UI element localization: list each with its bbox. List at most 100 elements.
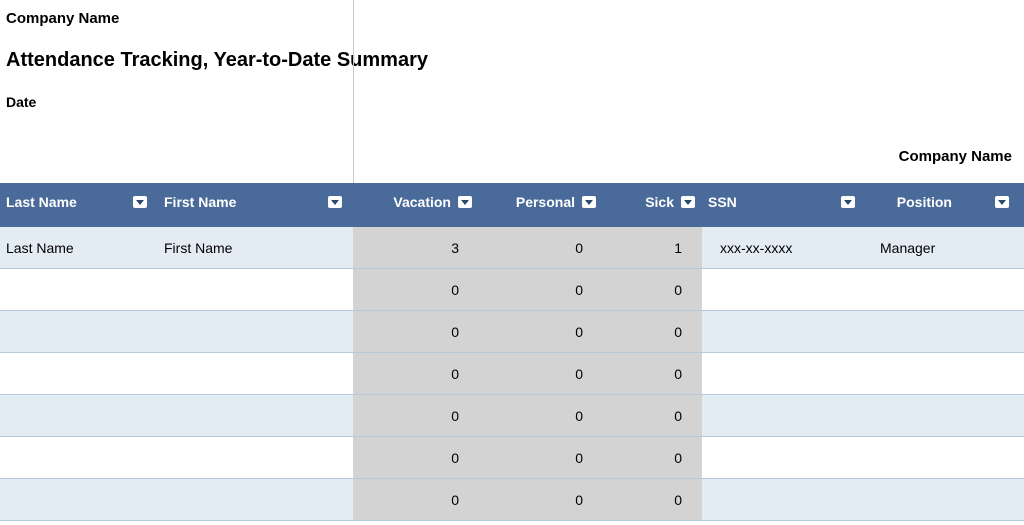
cell-sick-value: 0: [674, 366, 682, 382]
cell-sick[interactable]: 0: [603, 395, 702, 436]
cell-position-value: Manager: [880, 240, 935, 256]
table-row: 0 0 0: [0, 395, 1024, 437]
cell-ssn[interactable]: [702, 353, 862, 394]
cell-position[interactable]: Manager: [862, 227, 1024, 268]
cell-first-name[interactable]: [158, 437, 353, 478]
cell-personal[interactable]: 0: [479, 353, 603, 394]
cell-last-name[interactable]: [0, 395, 158, 436]
cell-sick-value: 0: [674, 450, 682, 466]
cell-position[interactable]: [862, 437, 1024, 478]
cell-last-name[interactable]: [0, 479, 158, 520]
cell-vacation[interactable]: 3: [353, 227, 479, 268]
cell-first-name[interactable]: [158, 269, 353, 310]
cell-vacation-value: 0: [451, 492, 459, 508]
cell-personal-value: 0: [575, 492, 583, 508]
cell-ssn[interactable]: [702, 311, 862, 352]
cell-vacation-value: 0: [451, 324, 459, 340]
cell-ssn[interactable]: [702, 479, 862, 520]
cell-first-name[interactable]: [158, 311, 353, 352]
filter-dropdown-icon[interactable]: [840, 195, 856, 209]
cell-last-name-value: Last Name: [6, 240, 74, 256]
filter-dropdown-icon[interactable]: [994, 195, 1010, 209]
cell-personal[interactable]: 0: [479, 269, 603, 310]
cell-ssn[interactable]: [702, 269, 862, 310]
table-row: 0 0 0: [0, 311, 1024, 353]
cell-ssn[interactable]: xxx-xx-xxxx: [702, 227, 862, 268]
table-row: 0 0 0: [0, 269, 1024, 311]
table-row: Last Name First Name3 0 1 xxx-xx-xxxx Manager: [0, 227, 1024, 269]
cell-personal[interactable]: 0: [479, 437, 603, 478]
header-sick[interactable]: Sick: [603, 183, 702, 221]
cell-vacation[interactable]: 0: [353, 311, 479, 352]
cell-sick-value: 1: [674, 240, 682, 256]
cell-last-name[interactable]: [0, 437, 158, 478]
cell-vacation[interactable]: 0: [353, 269, 479, 310]
filter-dropdown-icon[interactable]: [680, 195, 696, 209]
cell-last-name[interactable]: Last Name: [0, 227, 158, 268]
cell-position[interactable]: [862, 479, 1024, 520]
cell-sick[interactable]: 0: [603, 311, 702, 352]
table-row: 0 0 0: [0, 437, 1024, 479]
header-label: Last Name: [6, 194, 77, 210]
cell-vacation-value: 0: [451, 366, 459, 382]
cell-vacation[interactable]: 0: [353, 437, 479, 478]
cell-ssn[interactable]: [702, 395, 862, 436]
header-label: SSN: [708, 194, 737, 210]
cell-last-name[interactable]: [0, 311, 158, 352]
filter-dropdown-icon[interactable]: [581, 195, 597, 209]
company-name-top: Company Name: [6, 10, 1018, 27]
header-ssn[interactable]: SSN: [702, 183, 862, 221]
date-label: Date: [6, 94, 1018, 110]
cell-last-name[interactable]: [0, 269, 158, 310]
attendance-table: Last Name First Name Vacation Personal S…: [0, 183, 1024, 521]
header-label: Personal: [516, 194, 575, 210]
cell-position[interactable]: [862, 269, 1024, 310]
cell-sick-value: 0: [674, 408, 682, 424]
cell-sick[interactable]: 0: [603, 269, 702, 310]
cell-sick[interactable]: 1: [603, 227, 702, 268]
cell-sick-value: 0: [674, 492, 682, 508]
header-label: Vacation: [393, 194, 451, 210]
filter-dropdown-icon[interactable]: [327, 195, 343, 209]
page-title: Attendance Tracking, Year-to-Date Summar…: [6, 49, 1018, 72]
header-label: Sick: [645, 194, 674, 210]
cell-first-name[interactable]: First Name: [158, 227, 353, 268]
header-first-name[interactable]: First Name: [158, 183, 353, 221]
filter-dropdown-icon[interactable]: [457, 195, 473, 209]
header-vacation[interactable]: Vacation: [353, 183, 479, 221]
cell-ssn[interactable]: [702, 437, 862, 478]
cell-personal-value: 0: [575, 450, 583, 466]
cell-sick-value: 0: [674, 282, 682, 298]
cell-first-name[interactable]: [158, 479, 353, 520]
cell-first-name[interactable]: [158, 353, 353, 394]
cell-vacation-value: 0: [451, 408, 459, 424]
cell-position[interactable]: [862, 353, 1024, 394]
cell-vacation-value: 0: [451, 282, 459, 298]
cell-sick[interactable]: 0: [603, 437, 702, 478]
cell-personal-value: 0: [575, 282, 583, 298]
cell-vacation-value: 0: [451, 450, 459, 466]
cell-personal-value: 0: [575, 324, 583, 340]
cell-position[interactable]: [862, 395, 1024, 436]
cell-last-name[interactable]: [0, 353, 158, 394]
cell-vacation[interactable]: 0: [353, 353, 479, 394]
cell-position[interactable]: [862, 311, 1024, 352]
header-last-name[interactable]: Last Name: [0, 183, 158, 221]
cell-personal[interactable]: 0: [479, 227, 603, 268]
cell-personal[interactable]: 0: [479, 311, 603, 352]
cell-sick[interactable]: 0: [603, 479, 702, 520]
cell-first-name[interactable]: [158, 395, 353, 436]
table-row: 0 0 0: [0, 479, 1024, 521]
cell-personal[interactable]: 0: [479, 479, 603, 520]
header-personal[interactable]: Personal: [479, 183, 603, 221]
cell-sick-value: 0: [674, 324, 682, 340]
filter-dropdown-icon[interactable]: [132, 195, 148, 209]
header-position[interactable]: Position: [862, 183, 1024, 221]
header-label: Position: [897, 194, 952, 210]
cell-vacation[interactable]: 0: [353, 479, 479, 520]
cell-vacation[interactable]: 0: [353, 395, 479, 436]
cell-personal[interactable]: 0: [479, 395, 603, 436]
cell-sick[interactable]: 0: [603, 353, 702, 394]
company-name-right: Company Name: [899, 148, 1012, 165]
cell-personal-value: 0: [575, 240, 583, 256]
